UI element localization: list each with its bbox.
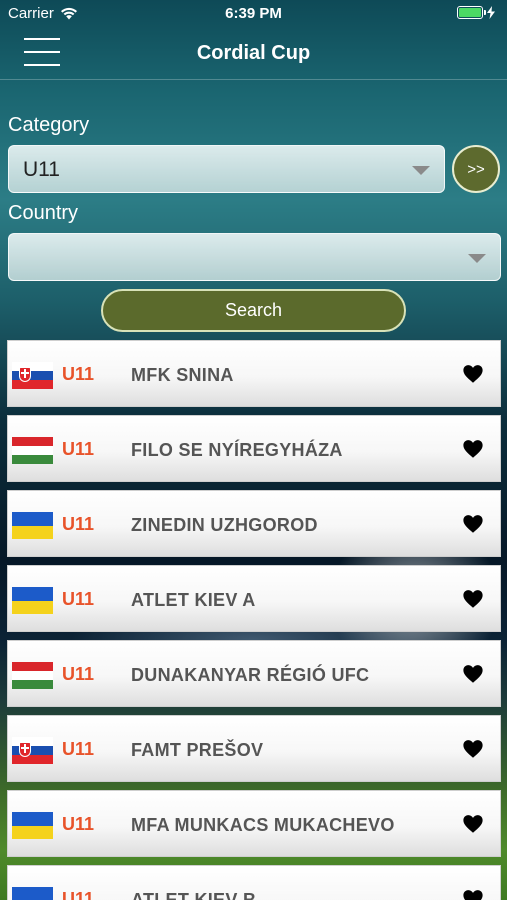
category-selected-value: U11 (23, 158, 60, 181)
heart-icon[interactable] (462, 438, 484, 460)
team-row[interactable]: U11 FILO SE NYÍREGYHÁZA (7, 415, 501, 482)
ukraine-flag-icon (12, 887, 53, 900)
ukraine-flag-icon (12, 587, 53, 614)
team-row[interactable]: U11 ZINEDIN UZHGOROD (7, 490, 501, 557)
team-list: U11 MFK SNINA U11 FILO SE NYÍREGYHÁZA U1… (7, 340, 501, 900)
chevron-down-icon (468, 254, 486, 263)
team-name: DUNAKANYAR RÉGIÓ UFC (131, 665, 370, 685)
search-button[interactable]: Search (101, 289, 406, 332)
ukraine-flag-icon (12, 512, 53, 539)
team-category: U11 (62, 439, 95, 459)
charging-bolt-icon (487, 6, 495, 19)
slovakia-flag-icon (12, 737, 53, 764)
heart-icon[interactable] (462, 738, 484, 760)
team-name: FAMT PREŠOV (131, 740, 264, 760)
clock: 6:39 PM (225, 5, 282, 22)
team-category: U11 (62, 814, 95, 834)
heart-icon[interactable] (462, 588, 484, 610)
battery-indicator (457, 6, 495, 19)
team-name: ATLET KIEV A (131, 590, 256, 610)
nav-bar: Cordial Cup (0, 28, 507, 80)
team-category: U11 (62, 364, 95, 384)
hungary-flag-icon (12, 662, 53, 689)
team-row[interactable]: U11 MFA MUNKACS MUKACHEVO (7, 790, 501, 857)
team-category: U11 (62, 514, 95, 534)
category-label: Category (8, 114, 90, 136)
heart-icon[interactable] (462, 363, 484, 385)
team-row[interactable]: U11 ATLET KIEV B (7, 865, 501, 900)
status-bar: Carrier 6:39 PM (0, 0, 507, 28)
team-row[interactable]: U11 ATLET KIEV A (7, 565, 501, 632)
slovakia-flag-icon (12, 362, 53, 389)
team-category: U11 (62, 889, 95, 900)
team-name: ATLET KIEV B (131, 890, 257, 900)
ukraine-flag-icon (12, 812, 53, 839)
go-button[interactable]: >> (452, 145, 500, 193)
team-name: FILO SE NYÍREGYHÁZA (131, 440, 343, 460)
heart-icon[interactable] (462, 663, 484, 685)
category-dropdown[interactable]: U11 (8, 145, 445, 193)
team-row[interactable]: U11 DUNAKANYAR RÉGIÓ UFC (7, 640, 501, 707)
team-row[interactable]: U11 FAMT PREŠOV (7, 715, 501, 782)
team-name: MFK SNINA (131, 365, 234, 385)
heart-icon[interactable] (462, 513, 484, 535)
team-category: U11 (62, 664, 95, 684)
chevron-down-icon (412, 166, 430, 175)
heart-icon[interactable] (462, 813, 484, 835)
country-dropdown[interactable] (8, 233, 501, 281)
country-label: Country (8, 202, 79, 224)
hungary-flag-icon (12, 437, 53, 464)
team-row[interactable]: U11 MFK SNINA (7, 340, 501, 407)
team-category: U11 (62, 589, 95, 609)
battery-icon (457, 6, 486, 19)
team-name: MFA MUNKACS MUKACHEVO (131, 815, 395, 835)
heart-icon[interactable] (462, 888, 484, 900)
team-name: ZINEDIN UZHGOROD (131, 515, 318, 535)
team-category: U11 (62, 739, 95, 759)
page-title: Cordial Cup (196, 42, 311, 64)
